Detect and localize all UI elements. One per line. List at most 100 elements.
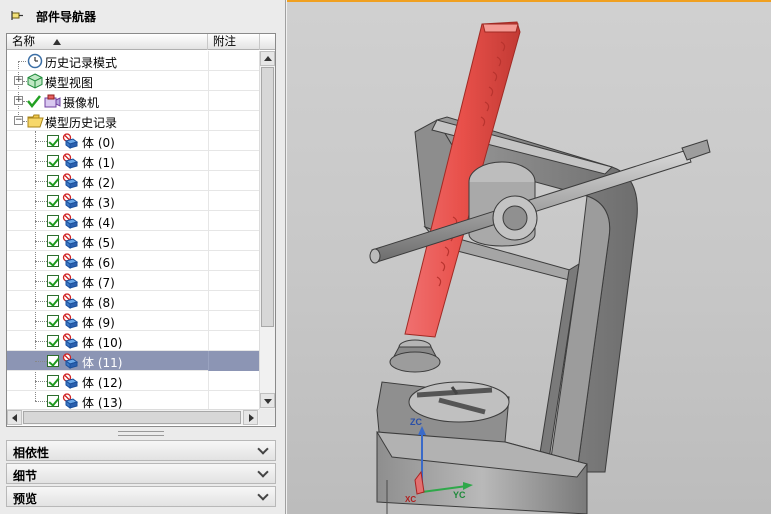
note-cell: [208, 71, 259, 91]
tree-item-label: 体 (11): [82, 356, 123, 370]
visibility-checkbox[interactable]: [47, 315, 59, 327]
visibility-checkbox[interactable]: [47, 135, 59, 147]
pin-icon[interactable]: [10, 9, 24, 23]
tree-item-body[interactable]: 体 (1): [7, 151, 259, 171]
part-navigator-panel: 部件导航器 名称 附注 历史记录模式 + 模型视图 + 摄像机 − 模型历史记录…: [0, 0, 286, 514]
note-cell: [208, 271, 259, 291]
horizontal-scrollbar[interactable]: [7, 409, 259, 425]
navigator-tree[interactable]: 名称 附注 历史记录模式 + 模型视图 + 摄像机 − 模型历史记录 体 (0)…: [6, 33, 276, 427]
graphics-viewport[interactable]: ZC YC XC: [287, 0, 771, 514]
tree-item-label: 体 (1): [82, 156, 115, 170]
section-title: 相依性: [13, 446, 50, 460]
section-details[interactable]: 细节: [6, 463, 276, 484]
note-cell: [208, 91, 259, 111]
body-feature-icon: [62, 253, 80, 272]
tree-line: [35, 241, 47, 242]
note-cell: [208, 51, 259, 71]
column-header-note[interactable]: 附注: [208, 34, 260, 50]
chevron-down-icon[interactable]: [255, 488, 273, 505]
column-header-name[interactable]: 名称: [7, 34, 208, 50]
tree-item-body-selected[interactable]: 体 (11): [7, 351, 259, 371]
tree-line: [35, 221, 47, 222]
tree-header: 名称 附注: [7, 34, 275, 50]
body-feature-icon: [62, 293, 80, 312]
visibility-checkbox[interactable]: [47, 375, 59, 387]
visibility-checkbox[interactable]: [47, 275, 59, 287]
visibility-checkbox[interactable]: [47, 235, 59, 247]
body-feature-icon: [62, 373, 80, 392]
tree-item-body[interactable]: 体 (8): [7, 291, 259, 311]
model-scene: ZC YC XC: [369, 21, 711, 514]
tree-item-label: 体 (9): [82, 316, 115, 330]
visible-check-icon[interactable]: [27, 94, 41, 111]
axis-label-xc: XC: [405, 495, 416, 504]
tree-item-body[interactable]: 体 (5): [7, 231, 259, 251]
scroll-thumb[interactable]: [261, 67, 274, 327]
body-feature-icon: [62, 313, 80, 332]
tree-item-body[interactable]: 体 (10): [7, 331, 259, 351]
tree-item-history-mode[interactable]: 历史记录模式: [7, 51, 259, 71]
tree-item-label: 体 (10): [82, 336, 123, 350]
tree-item-label: 体 (12): [82, 376, 123, 390]
note-cell: [208, 231, 259, 251]
scroll-down-button[interactable]: [260, 393, 275, 408]
sort-ascending-icon: [53, 39, 61, 45]
note-cell: [208, 331, 259, 351]
tree-line: [35, 381, 47, 382]
tree-item-body[interactable]: 体 (2): [7, 171, 259, 191]
chevron-down-icon[interactable]: [255, 465, 273, 482]
visibility-checkbox[interactable]: [47, 195, 59, 207]
tree-item-cameras[interactable]: + 摄像机: [7, 91, 259, 111]
note-cell: [208, 211, 259, 231]
tree-line: [18, 61, 26, 62]
camera-icon: [43, 93, 61, 112]
tree-line: [35, 401, 47, 402]
tree-item-body[interactable]: 体 (0): [7, 131, 259, 151]
tree-item-label: 体 (7): [82, 276, 115, 290]
body-feature-icon: [62, 333, 80, 352]
vertical-scrollbar[interactable]: [259, 51, 275, 409]
chevron-down-icon[interactable]: [255, 442, 273, 459]
note-cell: [208, 391, 259, 409]
tree-item-body[interactable]: 体 (12): [7, 371, 259, 391]
visibility-checkbox[interactable]: [47, 295, 59, 307]
tree-item-model-views[interactable]: + 模型视图: [7, 71, 259, 91]
expand-icon[interactable]: +: [14, 76, 23, 85]
body-feature-icon: [62, 213, 80, 232]
scroll-up-button[interactable]: [260, 51, 275, 66]
tree-line: [35, 261, 47, 262]
visibility-checkbox[interactable]: [47, 175, 59, 187]
note-cell: [208, 171, 259, 191]
collapse-icon[interactable]: −: [14, 116, 23, 125]
visibility-checkbox[interactable]: [47, 155, 59, 167]
tree-item-body[interactable]: 体 (4): [7, 211, 259, 231]
visibility-checkbox[interactable]: [47, 335, 59, 347]
tree-item-model-history[interactable]: − 模型历史记录: [7, 111, 259, 131]
panel-splitter-handle[interactable]: [118, 431, 164, 436]
tree-item-label: 模型视图: [45, 76, 94, 90]
tree-item-body[interactable]: 体 (3): [7, 191, 259, 211]
visibility-checkbox[interactable]: [47, 355, 59, 367]
tree-item-label: 历史记录模式: [45, 56, 118, 70]
arrow-up-icon: [264, 56, 272, 61]
tree-item-label: 体 (13): [82, 396, 123, 409]
scroll-left-button[interactable]: [7, 410, 22, 425]
section-dependency[interactable]: 相依性: [6, 440, 276, 461]
tree-line: [35, 201, 47, 202]
body-feature-icon: [62, 273, 80, 292]
section-preview[interactable]: 预览: [6, 486, 276, 507]
body-feature-icon: [62, 173, 80, 192]
tree-item-body[interactable]: 体 (6): [7, 251, 259, 271]
tree-item-body[interactable]: 体 (13): [7, 391, 259, 409]
visibility-checkbox[interactable]: [47, 255, 59, 267]
tree-line: [35, 321, 47, 322]
visibility-checkbox[interactable]: [47, 395, 59, 407]
scroll-thumb[interactable]: [23, 411, 241, 424]
navigator-title: 部件导航器: [36, 9, 97, 24]
open-folder-icon: [27, 113, 45, 132]
tree-item-body[interactable]: 体 (7): [7, 271, 259, 291]
expand-icon[interactable]: +: [14, 96, 23, 105]
visibility-checkbox[interactable]: [47, 215, 59, 227]
tree-item-body[interactable]: 体 (9): [7, 311, 259, 331]
scroll-right-button[interactable]: [243, 410, 258, 425]
